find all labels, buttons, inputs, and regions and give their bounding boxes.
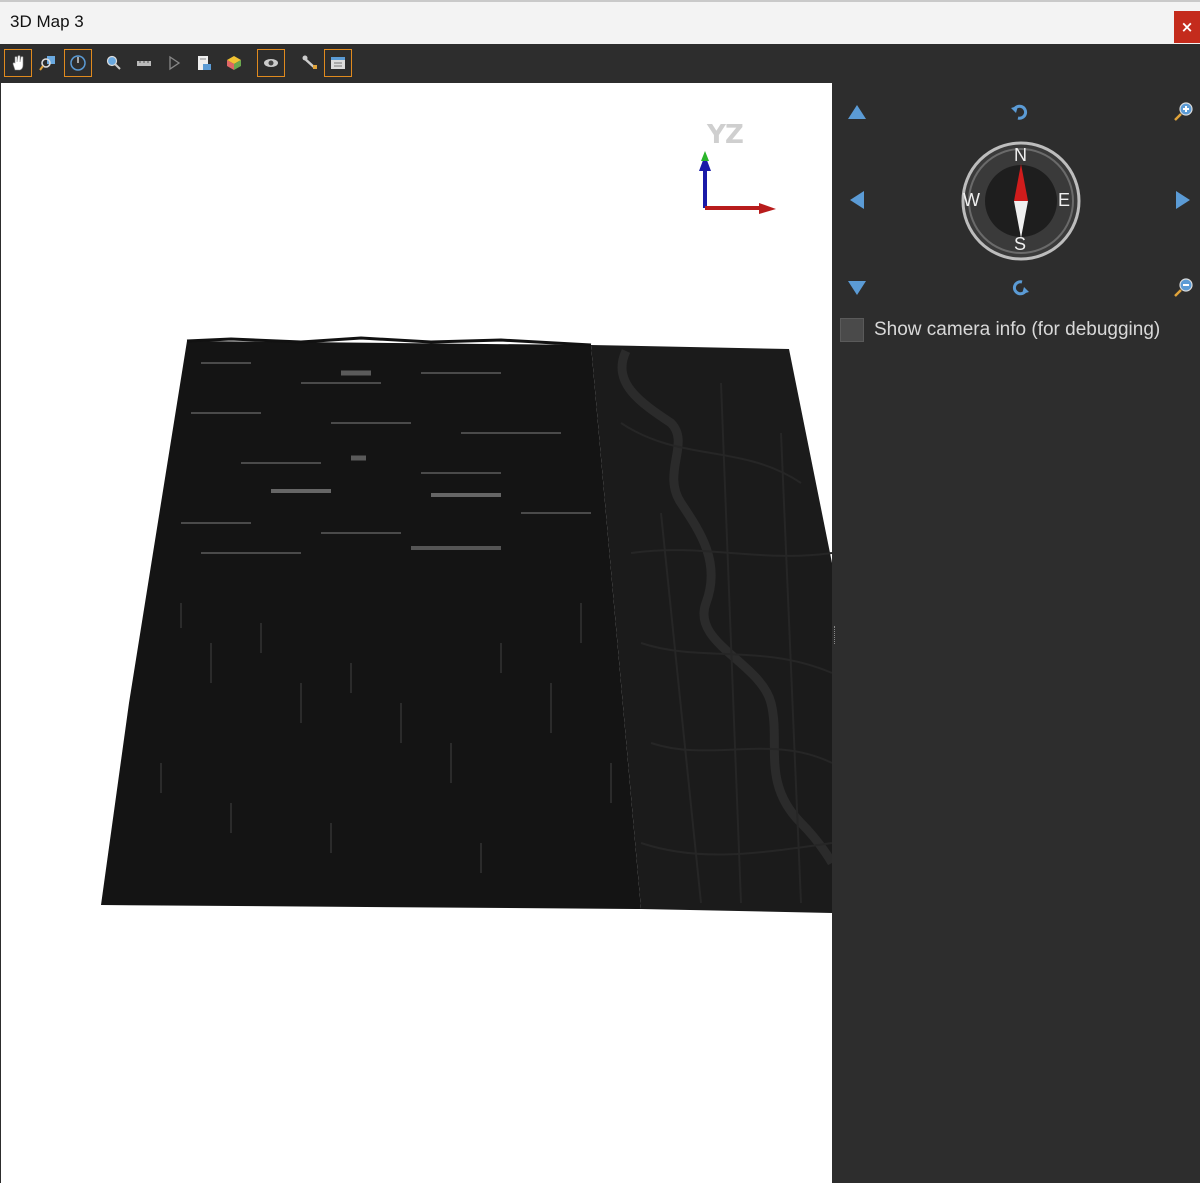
camera-info-checkbox[interactable] xyxy=(840,318,864,342)
title-bar: 3D Map 3 × xyxy=(0,0,1200,44)
rotate-ccw-icon xyxy=(1011,104,1028,120)
animation-button[interactable] xyxy=(160,49,188,77)
compass-north: N xyxy=(1014,145,1027,165)
axes-gizmo: Y Z xyxy=(699,120,776,214)
ruler-icon xyxy=(137,61,151,66)
rotate-ccw-button[interactable] xyxy=(1008,100,1032,124)
identify-tool-button[interactable] xyxy=(100,49,128,77)
identify-icon xyxy=(106,55,121,70)
terrain-surface xyxy=(101,341,641,909)
compass-south: S xyxy=(1014,234,1027,254)
configure-button[interactable] xyxy=(324,49,352,77)
compass-east: E xyxy=(1058,190,1071,210)
save-image-icon xyxy=(198,56,211,70)
wrench-icon xyxy=(302,55,317,69)
play-icon xyxy=(169,55,181,71)
camera-info-row[interactable]: Show camera info (for debugging) xyxy=(840,318,1160,342)
cube-icon xyxy=(227,56,241,70)
zoom-extent-icon xyxy=(39,56,55,71)
rotate-cw-icon xyxy=(1012,280,1029,296)
map-3d-window: 3D Map 3 × Y Z N S E W Show camera info … xyxy=(0,0,1200,1183)
zoom-to-layer-button[interactable] xyxy=(34,49,62,77)
splitter-grip[interactable] xyxy=(834,626,836,644)
triangle-down-icon xyxy=(848,281,866,295)
zoom-out-icon xyxy=(1174,278,1193,297)
y-axis-label: Y xyxy=(706,120,727,150)
zoom-in-icon xyxy=(1174,102,1193,121)
compass-west: W xyxy=(963,190,980,210)
triangle-up-icon xyxy=(848,105,866,119)
effects-button[interactable] xyxy=(296,49,324,77)
compass[interactable]: N S E W xyxy=(960,140,1082,262)
close-button[interactable]: × xyxy=(1174,11,1200,43)
terrain-scene: Y Z xyxy=(101,120,832,913)
pan-right-button[interactable] xyxy=(1171,188,1195,212)
navigation-panel: N S E W Show camera info (for debugging) xyxy=(837,83,1200,1183)
measure-tool-button[interactable] xyxy=(130,49,158,77)
camera-view-button[interactable] xyxy=(257,49,285,77)
pan-left-button[interactable] xyxy=(845,188,869,212)
config-icon xyxy=(331,57,345,69)
toolbar xyxy=(0,44,1200,83)
eye-icon xyxy=(264,59,278,67)
window-title: 3D Map 3 xyxy=(10,12,84,31)
orbit-tool-button[interactable] xyxy=(64,49,92,77)
camera-info-label: Show camera info (for debugging) xyxy=(874,319,1161,340)
zoom-out-button[interactable] xyxy=(1171,276,1195,300)
triangle-right-icon xyxy=(1176,191,1190,209)
map-3d-canvas[interactable]: Y Z xyxy=(1,83,832,1183)
rotate-icon xyxy=(70,55,86,71)
hand-icon xyxy=(12,55,24,71)
pan-tool-button[interactable] xyxy=(4,49,32,77)
tilt-up-button[interactable] xyxy=(845,100,869,124)
rotate-cw-button[interactable] xyxy=(1008,276,1032,300)
save-image-button[interactable] xyxy=(190,49,218,77)
tilt-down-button[interactable] xyxy=(845,276,869,300)
triangle-left-icon xyxy=(850,191,864,209)
zoom-in-button[interactable] xyxy=(1171,100,1195,124)
z-axis-label: Z xyxy=(725,120,744,150)
export-scene-button[interactable] xyxy=(220,49,248,77)
